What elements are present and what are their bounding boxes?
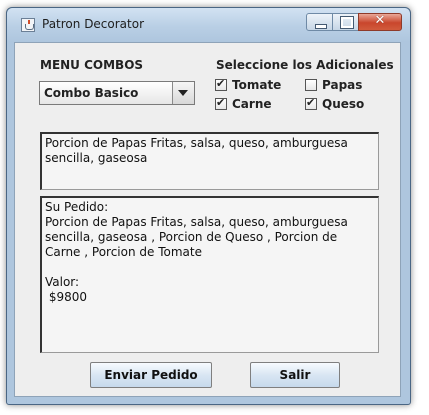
checkbox-carne[interactable]: Carne	[215, 96, 272, 111]
checkbox-label: Queso	[322, 97, 365, 111]
order-summary-text[interactable]: Su Pedido: Porcion de Papas Fritas, sals…	[40, 196, 379, 353]
checkbox-checked-icon[interactable]	[215, 77, 227, 91]
menu-combos-label: MENU COMBOS	[40, 58, 144, 72]
checkbox-label: Papas	[322, 78, 363, 92]
send-order-button[interactable]: Enviar Pedido	[90, 362, 212, 388]
minimize-button[interactable]	[306, 13, 333, 31]
exit-button[interactable]: Salir	[250, 362, 340, 388]
window-title: Patron Decorator	[42, 17, 145, 31]
checkbox-papas[interactable]: Papas	[305, 78, 362, 92]
maximize-button[interactable]	[332, 13, 359, 31]
close-button[interactable]: ✕	[358, 13, 402, 31]
checkbox-unchecked-icon[interactable]	[305, 79, 317, 91]
checkbox-label: Tomate	[232, 78, 282, 92]
checkbox-checked-icon[interactable]	[215, 96, 227, 110]
adicionales-label: Seleccione los Adicionales	[216, 58, 394, 72]
combo-select[interactable]: Combo Basico	[39, 81, 195, 105]
checkbox-checked-icon[interactable]	[305, 96, 317, 110]
checkbox-tomate[interactable]: Tomate	[215, 77, 282, 92]
checkbox-label: Carne	[232, 97, 272, 111]
java-icon	[21, 18, 35, 32]
maximize-icon	[340, 16, 354, 29]
title-bar[interactable]: Patron Decorator ✕	[7, 8, 410, 42]
checkbox-queso[interactable]: Queso	[305, 96, 365, 111]
close-icon: ✕	[374, 13, 386, 28]
combo-selected-value: Combo Basico	[44, 86, 139, 100]
combo-description-text[interactable]: Porcion de Papas Fritas, salsa, queso, a…	[40, 132, 379, 190]
chevron-down-icon[interactable]	[172, 82, 194, 104]
minimize-icon	[315, 24, 327, 29]
